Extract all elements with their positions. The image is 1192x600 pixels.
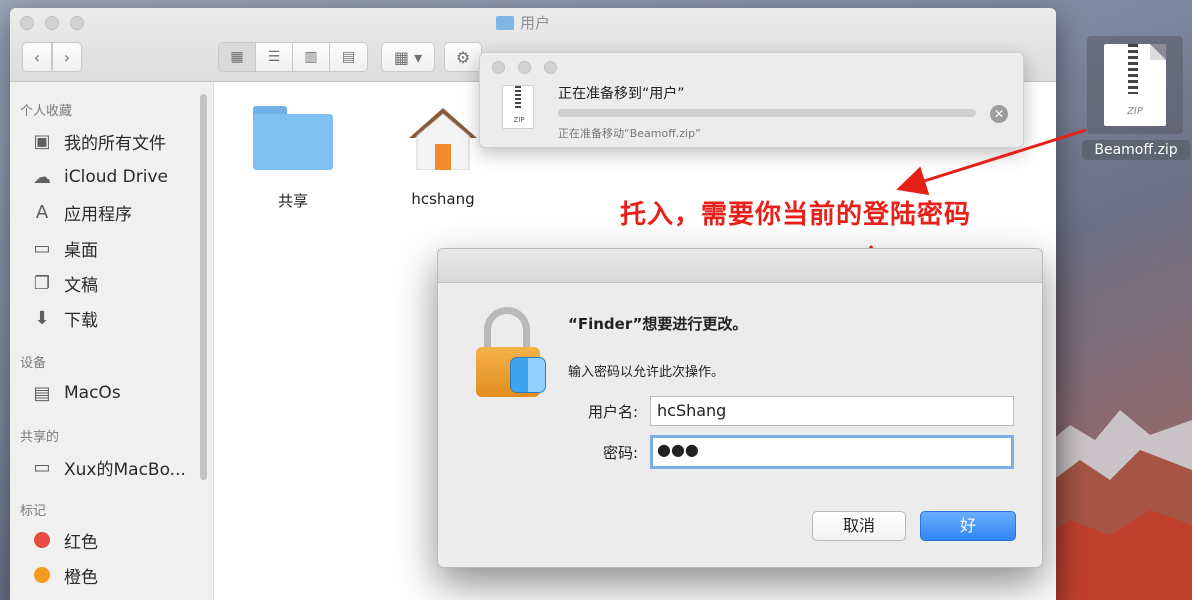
desktop-icon: ▭ bbox=[33, 237, 51, 259]
folder-icon bbox=[496, 15, 514, 30]
action-button[interactable]: ⚙ bbox=[444, 42, 482, 72]
sidebar-item-label: iCloud Drive bbox=[64, 167, 169, 187]
item-label: 共享 bbox=[277, 192, 308, 210]
disk-icon: ▤ bbox=[33, 382, 51, 404]
dialog-titlebar bbox=[438, 249, 1042, 283]
view-mode-switcher: ▦ ☰ ▥ ▤ bbox=[218, 42, 368, 72]
copy-progress-bar bbox=[558, 109, 976, 117]
minimize-window-button[interactable] bbox=[45, 16, 59, 30]
zip-file-icon: ZIP bbox=[502, 85, 534, 129]
sidebar-section-tags: 标记 bbox=[20, 504, 47, 519]
copy-status: 正在准备移动“Beamoff.zip” bbox=[558, 127, 701, 140]
orange-tag-dot bbox=[34, 567, 50, 583]
desktop-mountain-wallpaper bbox=[1040, 410, 1192, 600]
chevron-right-icon: › bbox=[63, 47, 71, 67]
columns-icon: ▥ bbox=[304, 49, 318, 65]
close-icon: ✕ bbox=[993, 107, 1005, 121]
sidebar-scrollbar[interactable] bbox=[200, 94, 207, 480]
folder-item-shared[interactable]: 共享 bbox=[238, 106, 348, 211]
password-label: 密码: bbox=[602, 444, 638, 462]
finder-face-icon bbox=[510, 357, 546, 393]
cancel-copy-button[interactable]: ✕ bbox=[990, 105, 1008, 123]
sidebar-item-label: 红色 bbox=[64, 532, 98, 553]
all-files-icon: ▣ bbox=[33, 130, 51, 152]
password-field[interactable]: ●●● bbox=[650, 435, 1014, 469]
gear-icon: ⚙ bbox=[455, 47, 471, 67]
cloud-icon: ☁ bbox=[33, 166, 51, 188]
item-label: hcshang bbox=[411, 190, 475, 208]
desktop-file-name: Beamoff.zip bbox=[1082, 140, 1190, 160]
username-label: 用户名: bbox=[587, 403, 638, 421]
list-icon: ☰ bbox=[267, 49, 281, 65]
home-icon bbox=[409, 108, 477, 170]
authentication-dialog: “Finder”想要进行更改。 输入密码以允许此次操作。 用户名: hcShan… bbox=[437, 248, 1043, 568]
annotation-text: 托入，需要你当前的登陆密码 bbox=[620, 200, 972, 230]
sidebar-item-desktop[interactable]: ▭ 桌面 bbox=[30, 234, 98, 262]
dialog-heading: “Finder”想要进行更改。 bbox=[568, 315, 748, 333]
arrange-button[interactable]: ▦ ▾ bbox=[381, 42, 435, 72]
sidebar-item-applications[interactable]: A 应用程序 bbox=[30, 198, 132, 226]
zip-type-label: ZIP bbox=[513, 116, 525, 124]
window-title-text: 用户 bbox=[520, 14, 551, 32]
sidebar-item-all-files[interactable]: ▣ 我的所有文件 bbox=[30, 127, 166, 155]
copy-progress-panel: ZIP 正在准备移到“用户” ✕ 正在准备移动“Beamoff.zip” bbox=[479, 52, 1024, 148]
sidebar-item-tag-orange[interactable]: 橙色 bbox=[30, 561, 98, 589]
chevron-left-icon: ‹ bbox=[33, 47, 41, 67]
sidebar-item-tag-red[interactable]: 红色 bbox=[30, 526, 98, 554]
sidebar-item-icloud-drive[interactable]: ☁ iCloud Drive bbox=[30, 163, 168, 191]
sidebar-section-shared: 共享的 bbox=[20, 430, 60, 445]
sidebar-item-label: 橙色 bbox=[64, 567, 98, 588]
grid-icon: ▦ bbox=[230, 49, 244, 65]
zip-type-label: ZIP bbox=[1127, 106, 1143, 117]
desktop-zip-file[interactable]: ZIP Beamoff.zip bbox=[1082, 36, 1190, 166]
sidebar-item-documents[interactable]: ❐ 文稿 bbox=[30, 269, 98, 297]
sidebar-item-downloads[interactable]: ⬇ 下载 bbox=[30, 304, 98, 332]
red-tag-dot bbox=[34, 532, 50, 548]
sidebar-item-label: 应用程序 bbox=[64, 204, 132, 225]
sidebar-section-devices: 设备 bbox=[20, 356, 47, 371]
sidebar-item-label: 下载 bbox=[64, 310, 98, 331]
close-window-button[interactable] bbox=[20, 16, 34, 30]
coverflow-icon: ▤ bbox=[341, 49, 356, 65]
sidebar-section-favorites: 个人收藏 bbox=[20, 104, 73, 119]
ok-button[interactable]: 好 bbox=[920, 511, 1016, 541]
folder-icon bbox=[253, 106, 333, 170]
copy-title: 正在准备移到“用户” bbox=[558, 86, 685, 102]
list-view-button[interactable]: ☰ bbox=[256, 43, 293, 71]
sidebar-item-label: Xux的MacBo... bbox=[64, 459, 186, 480]
sidebar-item-shared-mac[interactable]: ▭ Xux的MacBo... bbox=[30, 453, 186, 481]
applications-icon: A bbox=[35, 201, 49, 223]
window-title: 用户 bbox=[496, 12, 550, 33]
sidebar-item-macos-disk[interactable]: ▤ MacOs bbox=[30, 379, 121, 407]
zoom-panel-button[interactable] bbox=[544, 61, 557, 74]
sidebar-item-label: 我的所有文件 bbox=[64, 133, 166, 154]
forward-button[interactable]: › bbox=[52, 42, 82, 72]
arrange-icon: ▦ ▾ bbox=[393, 47, 423, 67]
username-field[interactable]: hcShang bbox=[650, 396, 1014, 426]
back-button[interactable]: ‹ bbox=[22, 42, 52, 72]
zip-file-icon: ZIP bbox=[1104, 44, 1166, 126]
sidebar-item-label: 文稿 bbox=[64, 275, 98, 296]
sidebar-item-label: MacOs bbox=[64, 383, 121, 403]
dialog-message: 输入密码以允许此次操作。 bbox=[568, 365, 725, 380]
lock-icon bbox=[474, 307, 548, 399]
sidebar: 个人收藏 ▣ 我的所有文件 ☁ iCloud Drive A 应用程序 ▭ 桌面… bbox=[10, 82, 214, 600]
column-view-button[interactable]: ▥ bbox=[293, 43, 330, 71]
zoom-window-button[interactable] bbox=[70, 16, 84, 30]
sidebar-item-label: 桌面 bbox=[64, 240, 98, 261]
close-panel-button[interactable] bbox=[492, 61, 505, 74]
minimize-panel-button[interactable] bbox=[518, 61, 531, 74]
coverflow-view-button[interactable]: ▤ bbox=[330, 43, 367, 71]
cancel-button[interactable]: 取消 bbox=[812, 511, 906, 541]
documents-icon: ❐ bbox=[33, 272, 51, 294]
icon-view-button[interactable]: ▦ bbox=[219, 43, 256, 71]
download-icon: ⬇ bbox=[34, 307, 50, 329]
laptop-icon: ▭ bbox=[33, 456, 51, 478]
